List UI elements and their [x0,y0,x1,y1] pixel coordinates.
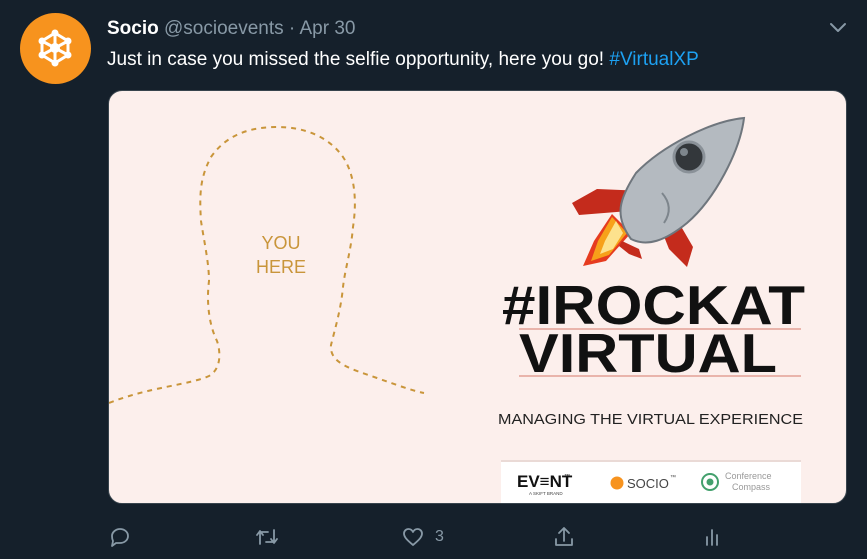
retweet-button[interactable] [254,524,280,550]
author-avatar[interactable] [20,13,91,84]
socio-logo-tm: ™ [670,474,676,481]
retweet-icon [256,529,278,545]
like-icon [403,528,423,546]
media-graphic: YOU HERE #IROCKAT VIRTUAL MANAGING THE V… [109,116,805,503]
event-logo-subtext: A SKIFT BRAND [529,491,563,496]
tweet-date[interactable]: Apr 30 [299,18,355,39]
tweet-header: Socio @socioevents · Apr 30 [107,16,355,42]
conference-compass-line1: Conference [725,471,772,481]
campaign-subtitle: MANAGING THE VIRTUAL EXPERIENCE [498,412,803,428]
campaign-title-line2: VIRTUAL [519,322,777,384]
socio-logo-icon [38,29,72,67]
like-count: 3 [435,528,444,545]
share-icon [555,527,573,546]
tweet-actions: 3 [0,514,867,559]
tweet-text: Just in case you missed the selfie oppor… [107,46,699,74]
event-logo-tm: ™ [564,473,570,480]
reply-button[interactable] [108,524,132,550]
tweet-media-image[interactable]: YOU HERE #IROCKAT VIRTUAL MANAGING THE V… [108,90,847,504]
header-separator: · [288,18,296,39]
analytics-button[interactable] [700,524,724,550]
share-button[interactable] [552,524,576,550]
reply-icon [111,528,129,547]
socio-logo-text: SOCIO [627,476,669,491]
chevron-down-icon[interactable] [828,20,848,34]
hashtag-link[interactable]: #VirtualXP [609,49,698,70]
analytics-icon [706,529,718,546]
author-handle[interactable]: @socioevents [164,18,284,39]
conference-compass-logo: Conference Compass [701,471,772,492]
author-name[interactable]: Socio [107,18,159,39]
you-here-line2: HERE [256,257,306,277]
like-button[interactable]: 3 [401,524,444,550]
conference-compass-line2: Compass [732,482,771,492]
rocket-icon [572,116,746,267]
tweet-body: Just in case you missed the selfie oppor… [107,49,610,70]
you-here-line1: YOU [261,233,300,253]
